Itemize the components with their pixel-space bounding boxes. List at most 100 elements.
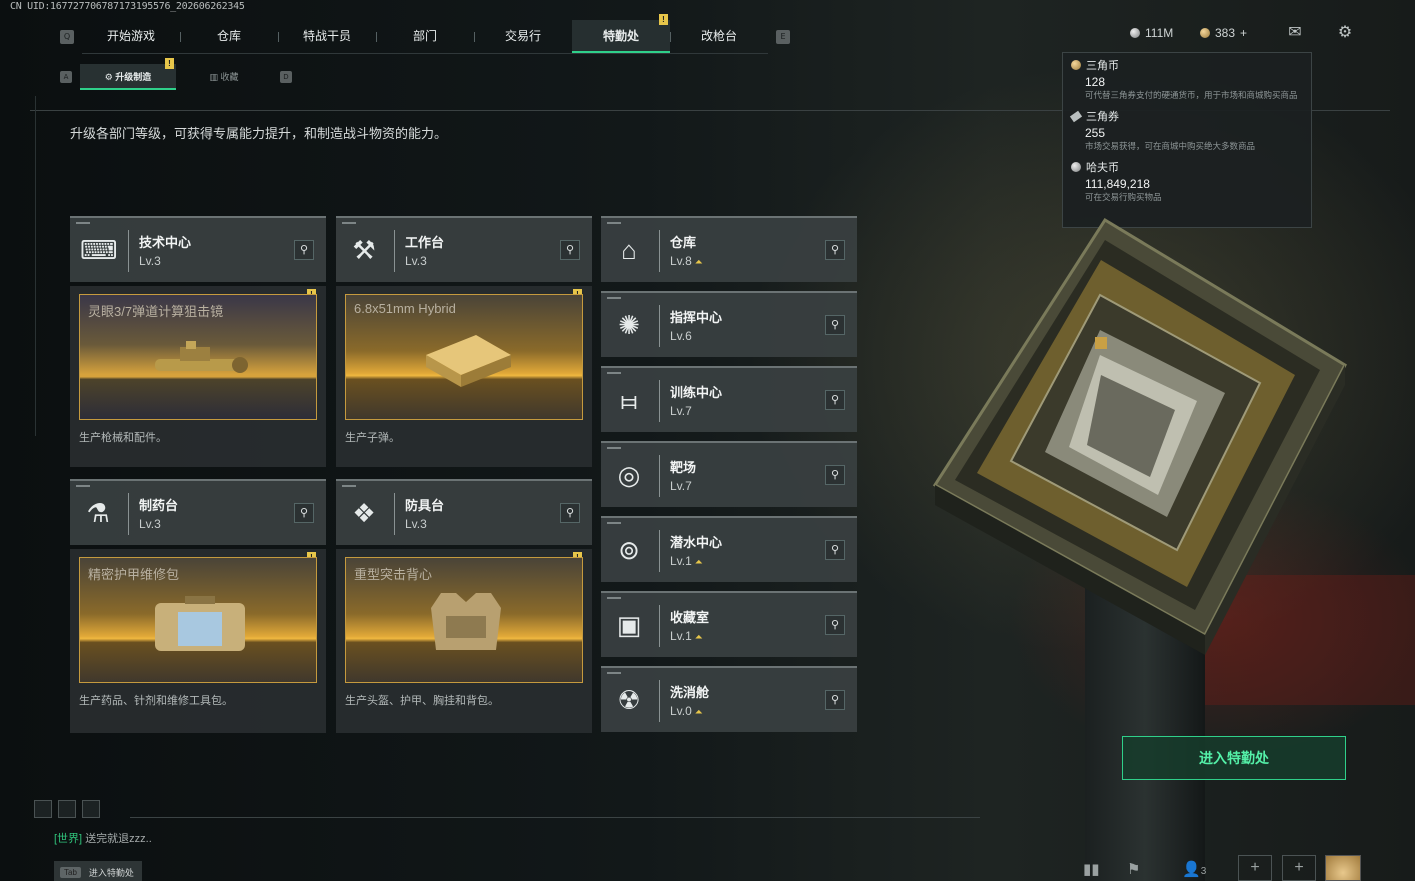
- card-separator: [659, 530, 660, 572]
- chip-icon: ✺: [618, 310, 640, 340]
- product-pharmacy[interactable]: ! 精密护甲维修包 生产药品、针剂和维修工具包。: [70, 549, 326, 733]
- cubes-icon: ❖: [352, 498, 376, 528]
- upgrade-arrow-icon: ⏶: [694, 707, 703, 718]
- settings-gear-icon[interactable]: ⚙: [1334, 24, 1356, 42]
- tab-gunsmith[interactable]: 改枪台: [670, 20, 768, 53]
- card-separator: [659, 455, 660, 497]
- subtab-collection[interactable]: ▥ 收藏: [176, 64, 272, 90]
- nav-next-key[interactable]: E: [776, 30, 790, 44]
- collection-icon: ▥: [209, 72, 221, 82]
- search-icon[interactable]: ⚲: [825, 540, 845, 560]
- quick-slot[interactable]: [58, 800, 76, 818]
- stats-chart-icon[interactable]: ▮▮: [1083, 860, 1100, 878]
- left-guide-line: [35, 96, 36, 436]
- enter-special-ops-button[interactable]: 进入特勤处: [1122, 736, 1346, 780]
- haf-coin-icon: [1130, 28, 1140, 38]
- search-icon[interactable]: ⚲: [294, 240, 314, 260]
- ticket-balance[interactable]: 383 +: [1200, 26, 1247, 40]
- scope-image: [155, 341, 248, 373]
- quick-slot[interactable]: [34, 800, 52, 818]
- special-ops-cube-art: [932, 217, 1347, 655]
- card-workbench[interactable]: ⚒ 工作台 Lv.3 ⚲: [336, 216, 592, 282]
- search-icon[interactable]: ⚲: [825, 690, 845, 710]
- tab-operators[interactable]: 特战干员: [278, 20, 376, 53]
- card-tech-center[interactable]: ⌨ 技术中心 Lv.3 ⚲: [70, 216, 326, 282]
- card-tick: [607, 297, 621, 299]
- card-separator: [128, 230, 129, 272]
- mail-icon[interactable]: ✉: [1284, 24, 1306, 42]
- card-title: 洗消舱: [670, 685, 710, 700]
- search-icon[interactable]: ⚲: [560, 503, 580, 523]
- ticket-balance-value: 383: [1215, 26, 1236, 40]
- friends-icon[interactable]: 👤3: [1182, 860, 1206, 878]
- search-icon[interactable]: ⚲: [825, 240, 845, 260]
- add-currency-button[interactable]: +: [1240, 26, 1247, 40]
- card-level: Lv.7: [670, 404, 692, 418]
- dept-command-center[interactable]: ✺ 指挥中心 Lv.6 ⚲: [601, 291, 857, 357]
- card-pharmacy[interactable]: ⚗ 制药台 Lv.3 ⚲: [70, 479, 326, 545]
- tab-hint[interactable]: Tab 进入特勤处: [54, 861, 142, 881]
- flag-icon[interactable]: ⚑: [1127, 860, 1140, 878]
- dept-shooting-range[interactable]: ◎ 靶场 Lv.7 ⚲: [601, 441, 857, 507]
- tooltip-value: 255: [1085, 126, 1106, 140]
- search-icon[interactable]: ⚲: [560, 240, 580, 260]
- warehouse-icon: ⌂: [621, 235, 637, 265]
- coin-balance[interactable]: 111M: [1130, 26, 1173, 40]
- sub-nav: A ⚙ 升级制造 ! ▥ 收藏 D: [52, 58, 300, 90]
- subtab-collection-label: 收藏: [220, 72, 239, 82]
- search-icon[interactable]: ⚲: [825, 390, 845, 410]
- subnav-next-key[interactable]: D: [280, 71, 292, 83]
- card-separator: [659, 230, 660, 272]
- search-icon[interactable]: ⚲: [825, 315, 845, 335]
- card-tick: [607, 447, 621, 449]
- card-level: Lv.3: [139, 517, 161, 531]
- quick-slots: [34, 800, 100, 818]
- card-level: Lv.7: [670, 479, 692, 493]
- tooltip-item-haf-coin: 哈夫币 111,849,218 可在交易行购买物品: [1071, 159, 1303, 204]
- product-tech-center[interactable]: ! 灵眼3/7弹道计算狙击镜 生产枪械和配件。: [70, 286, 326, 467]
- search-icon[interactable]: ⚲: [294, 503, 314, 523]
- card-separator: [659, 380, 660, 422]
- chat-line[interactable]: [世界] 送完就退zzz..: [54, 830, 152, 846]
- main-nav: Q 开始游戏 仓库 特战干员 部门 交易行 特勤处 ! 改枪台 E: [52, 14, 798, 54]
- nav-prev-key[interactable]: Q: [60, 30, 74, 44]
- subtab-upgrade-craft[interactable]: ⚙ 升级制造 !: [80, 58, 176, 90]
- tooltip-desc: 可在交易行购买物品: [1085, 192, 1162, 202]
- upgrade-arrow-icon: ⏶: [694, 632, 703, 643]
- dept-training-center[interactable]: ⧦ 训练中心 Lv.7 ⚲: [601, 366, 857, 432]
- tab-warehouse[interactable]: 仓库: [180, 20, 278, 53]
- dept-collection-room[interactable]: ▣ 收藏室 Lv.1 ⏶ ⚲: [601, 591, 857, 657]
- product-image: 6.8x51mm Hybrid: [345, 294, 583, 420]
- product-image: 灵眼3/7弹道计算狙击镜: [79, 294, 317, 420]
- quick-slot[interactable]: [82, 800, 100, 818]
- search-icon[interactable]: ⚲: [825, 465, 845, 485]
- card-tick: [607, 522, 621, 524]
- ammo-box-image: [426, 335, 511, 387]
- card-title: 技术中心: [139, 235, 192, 250]
- tab-start-game[interactable]: 开始游戏: [82, 20, 180, 53]
- card-tick: [342, 485, 356, 487]
- vest-image: [431, 593, 501, 650]
- product-image: 重型突击背心: [345, 557, 583, 683]
- card-separator: [659, 680, 660, 722]
- dept-warehouse[interactable]: ⌂ 仓库 Lv.8 ⏶ ⚲: [601, 216, 857, 282]
- nav-tabs: 开始游戏 仓库 特战干员 部门 交易行 特勤处 ! 改枪台: [82, 14, 768, 54]
- dept-decon-chamber[interactable]: ☢ 洗消舱 Lv.0 ⏶ ⚲: [601, 666, 857, 732]
- dept-diving-center[interactable]: ⊚ 潜水中心 Lv.1 ⏶ ⚲: [601, 516, 857, 582]
- search-icon[interactable]: ⚲: [825, 615, 845, 635]
- tab-trading[interactable]: 交易行: [474, 20, 572, 53]
- card-armor-bench[interactable]: ❖ 防具台 Lv.3 ⚲: [336, 479, 592, 545]
- product-armor-bench[interactable]: ! 重型突击背心 生产头盔、护甲、胸挂和背包。: [336, 549, 592, 733]
- invite-slot-button[interactable]: +: [1282, 855, 1316, 881]
- invite-slot-button[interactable]: +: [1238, 855, 1272, 881]
- subnav-prev-key[interactable]: A: [60, 71, 72, 83]
- product-title: 精密护甲维修包: [88, 567, 180, 582]
- product-workbench[interactable]: ! 6.8x51mm Hybrid 生产子弹。: [336, 286, 592, 467]
- card-separator: [659, 305, 660, 347]
- diving-mask-icon: ⊚: [618, 535, 640, 565]
- upgrade-arrow-icon: ⏶: [694, 557, 703, 568]
- card-tick: [607, 597, 621, 599]
- tab-special-ops[interactable]: 特勤处 !: [572, 14, 670, 53]
- avatar[interactable]: [1325, 855, 1361, 881]
- tab-department[interactable]: 部门: [376, 20, 474, 53]
